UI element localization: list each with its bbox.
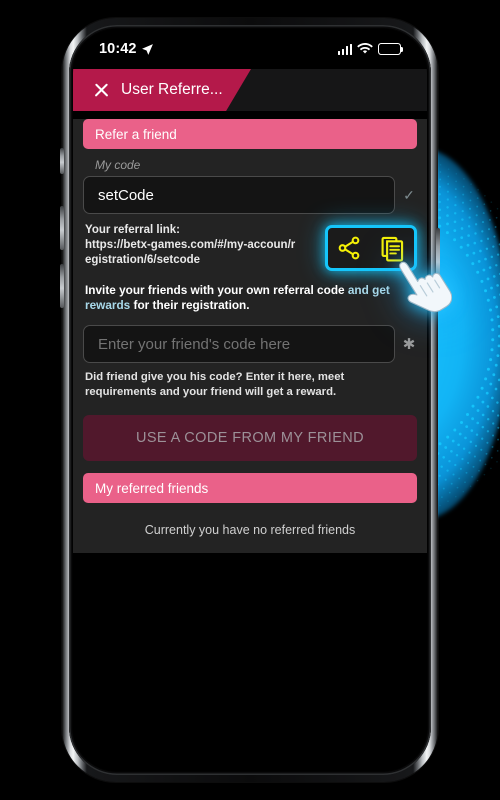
- friend-code-hint: Did friend give you his code? Enter it h…: [85, 371, 345, 398]
- header-tab: User Referre...: [73, 69, 251, 111]
- section-header-refer-a-friend[interactable]: Refer a friend: [83, 119, 417, 149]
- friend-code-placeholder: Enter your friend's code here: [98, 335, 291, 353]
- phone-screen: 10:42 User Referre... Refer a friend My …: [73, 29, 427, 771]
- wifi-icon: [357, 43, 373, 54]
- my-code-input[interactable]: setCode: [83, 176, 395, 214]
- invite-description-plain: Invite your friends with your own referr…: [85, 283, 348, 297]
- status-bar-time: 10:42: [99, 41, 137, 57]
- screenshot-stage: 10:42 User Referre... Refer a friend My …: [0, 0, 500, 800]
- pointing-hand-cursor: [399, 261, 452, 313]
- referral-link-row: Your referral link: https://betx-games.c…: [85, 223, 417, 271]
- cellular-signal-icon: [337, 43, 352, 55]
- use-friend-code-button[interactable]: USE A CODE FROM MY FRIEND: [83, 415, 417, 461]
- phone-bezel: 10:42 User Referre... Refer a friend My …: [69, 25, 431, 775]
- use-friend-code-button-label: USE A CODE FROM MY FRIEND: [135, 430, 365, 446]
- referral-link-url: https://betx-games.com/#/my-accoun/regis…: [85, 239, 296, 266]
- volume-up-button: [60, 206, 64, 250]
- referral-link-caption: Your referral link:: [85, 224, 181, 236]
- page-content: Refer a friend My code setCode ✓ Your re…: [73, 111, 427, 771]
- share-nodes-icon[interactable]: [336, 235, 362, 261]
- status-bar-left: 10:42: [99, 41, 154, 57]
- mute-switch: [60, 148, 64, 174]
- referral-link-block: Your referral link: https://betx-games.c…: [85, 223, 300, 268]
- section-header-my-referred-friends[interactable]: My referred friends: [83, 473, 417, 503]
- status-bar-right: [337, 43, 404, 55]
- location-arrow-icon: [141, 43, 153, 55]
- app-header: User Referre...: [73, 69, 427, 111]
- section-header-refer-a-friend-label: Refer a friend: [95, 126, 177, 142]
- referral-panel: Refer a friend My code setCode ✓ Your re…: [73, 119, 427, 553]
- friend-code-row: Enter your friend's code here ✱: [83, 325, 417, 363]
- checkmark-icon: ✓: [403, 186, 415, 203]
- section-header-my-referred-friends-label: My referred friends: [95, 480, 209, 496]
- volume-down-button: [60, 264, 64, 308]
- phone-frame: 10:42 User Referre... Refer a friend My …: [62, 18, 438, 782]
- my-code-label: My code: [95, 158, 141, 172]
- invite-description-tail: for their registration.: [130, 298, 250, 312]
- friend-code-input[interactable]: Enter your friend's code here: [83, 325, 395, 363]
- my-code-value: setCode: [98, 186, 154, 204]
- asterisk-icon: ✱: [402, 336, 416, 353]
- close-x-icon[interactable]: [93, 82, 109, 98]
- referred-friends-empty-state: Currently you have no referred friends: [144, 523, 356, 537]
- page-title: User Referre...: [121, 81, 223, 98]
- status-bar: 10:42: [73, 29, 427, 69]
- invite-description: Invite your friends with your own referr…: [85, 283, 415, 313]
- battery-full-icon: [378, 43, 404, 55]
- my-code-row: setCode ✓: [83, 176, 417, 214]
